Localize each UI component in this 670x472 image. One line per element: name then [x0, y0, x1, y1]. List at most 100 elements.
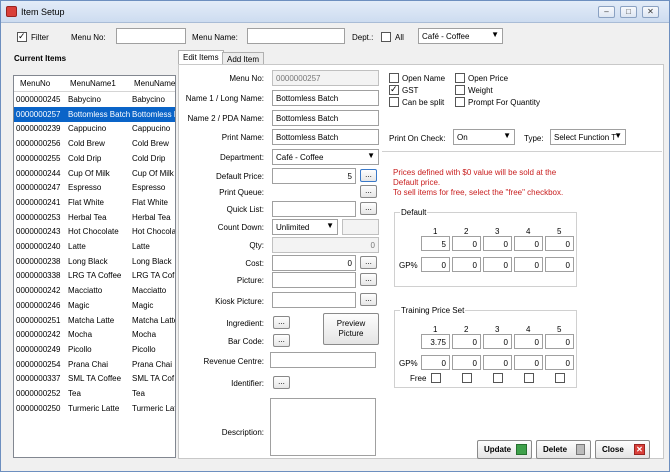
default-price-ellipsis-button[interactable]: ... [360, 169, 377, 182]
menu-no-cell: 0000000240 [16, 242, 61, 251]
list-item[interactable]: 0000000238 Long Black Long Black [14, 254, 175, 269]
free-checkbox[interactable] [493, 373, 503, 383]
can-be-split-checkbox[interactable] [389, 97, 399, 107]
list-item[interactable]: 0000000241 Flat White Flat White [14, 195, 175, 210]
quick-list-input[interactable] [272, 201, 356, 217]
list-item[interactable]: 0000000249 Picollo Picollo [14, 342, 175, 357]
col-header-menuname1[interactable]: MenuName1 [70, 79, 116, 88]
free-checkbox[interactable] [462, 373, 472, 383]
gp-percent-input[interactable]: 0 [452, 355, 481, 370]
menu-name-cell: Flat White [132, 197, 169, 207]
count-down-dropdown[interactable]: Unlimited ▼ [272, 219, 338, 235]
close-window-button[interactable]: ✕ [642, 6, 659, 18]
gst-checkbox[interactable] [389, 84, 399, 95]
delete-button[interactable]: Delete [536, 440, 591, 459]
gp-percent-input[interactable]: 0 [483, 257, 512, 272]
list-item[interactable]: 0000000337 SML TA Coffee SML TA Cof [14, 371, 175, 386]
open-name-checkbox[interactable] [389, 73, 399, 83]
gp-percent-input[interactable]: 0 [545, 355, 574, 370]
gp-percent-input[interactable]: 0 [421, 355, 450, 370]
list-item[interactable]: 0000000245 Babycino Babycino [14, 92, 175, 107]
price-level-input[interactable]: 0 [483, 236, 512, 251]
maximize-button[interactable]: □ [620, 6, 637, 18]
gp-percent-input[interactable]: 0 [483, 355, 512, 370]
list-item[interactable]: 0000000247 Espresso Espresso [14, 180, 175, 195]
print-queue-ellipsis-button[interactable]: ... [360, 185, 377, 198]
list-item[interactable]: 0000000244 Cup Of Milk Cup Of Milk [14, 166, 175, 181]
cost-input[interactable]: 0 [272, 255, 356, 271]
update-button[interactable]: Update [477, 440, 532, 459]
gp-percent-input[interactable]: 0 [545, 257, 574, 272]
list-item[interactable]: 0000000243 Hot Chocolate Hot Chocola [14, 224, 175, 239]
price-level-input[interactable]: 0 [452, 334, 481, 349]
price-level-input[interactable]: 0 [545, 236, 574, 251]
list-item[interactable]: 0000000250 Turmeric Latte Turmeric Lat [14, 401, 175, 416]
kiosk-picture-input[interactable] [272, 292, 356, 308]
name2-input[interactable]: Bottomless Batch [272, 110, 379, 126]
revenue-centre-input[interactable] [270, 352, 376, 368]
menu-name-filter-input[interactable] [247, 28, 345, 44]
menu-name1-cell: Picollo [68, 344, 92, 354]
list-item[interactable]: 0000000256 Cold Brew Cold Brew [14, 136, 175, 151]
print-on-check-dropdown[interactable]: On ▼ [453, 129, 515, 145]
free-checkbox[interactable] [524, 373, 534, 383]
prompt-quantity-checkbox[interactable] [455, 97, 465, 107]
dept-filter-dropdown[interactable]: Café - Coffee ▼ [418, 28, 503, 44]
gp-percent-input[interactable]: 0 [514, 355, 543, 370]
picture-input[interactable] [272, 272, 356, 288]
department-dropdown[interactable]: Café - Coffee ▼ [272, 149, 379, 165]
name1-input[interactable]: Bottomless Batch [272, 90, 379, 106]
menu-no-filter-input[interactable] [116, 28, 186, 44]
list-item[interactable]: 0000000254 Prana Chai Prana Chai [14, 357, 175, 372]
preview-picture-button[interactable]: Preview Picture [323, 313, 379, 345]
list-item[interactable]: 0000000252 Tea Tea [14, 386, 175, 401]
price-level-input[interactable]: 0 [452, 236, 481, 251]
free-checkbox[interactable] [555, 373, 565, 383]
description-textarea[interactable] [270, 398, 376, 456]
gp-label: GP% [399, 359, 418, 368]
cost-ellipsis-button[interactable]: ... [360, 256, 377, 269]
print-name-label: Print Name: [221, 133, 264, 142]
minimize-button[interactable]: – [598, 6, 615, 18]
gp-percent-input[interactable]: 0 [421, 257, 450, 272]
print-name-input[interactable]: Bottomless Batch [272, 129, 379, 145]
price-level-input[interactable]: 0 [514, 334, 543, 349]
close-button[interactable]: Close ✕ [595, 440, 650, 459]
list-item[interactable]: 0000000239 Cappucino Cappucino [14, 121, 175, 136]
list-item[interactable]: 0000000253 Herbal Tea Herbal Tea [14, 210, 175, 225]
trash-icon [576, 444, 585, 455]
list-item[interactable]: 0000000240 Latte Latte [14, 239, 175, 254]
all-checkbox[interactable] [381, 32, 391, 42]
open-price-checkbox[interactable] [455, 73, 465, 83]
type-dropdown[interactable]: Select Function T ▼ [550, 129, 626, 145]
price-level-input[interactable]: 0 [545, 334, 574, 349]
ingredient-ellipsis-button[interactable]: ... [273, 316, 290, 329]
col-header-menuname[interactable]: MenuName [134, 79, 175, 88]
list-item[interactable]: 0000000257 Bottomless Batch Bottomless B [14, 106, 175, 122]
list-item[interactable]: 0000000246 Magic Magic [14, 298, 175, 313]
free-checkbox[interactable] [431, 373, 441, 383]
price-level-input[interactable]: 3.75 [421, 334, 450, 349]
price-level-input[interactable]: 0 [514, 236, 543, 251]
gp-percent-input[interactable]: 0 [452, 257, 481, 272]
col-header-menuno[interactable]: MenuNo [20, 79, 50, 88]
tab-edit-items[interactable]: Edit Items [178, 50, 224, 65]
price-level-input[interactable]: 0 [483, 334, 512, 349]
list-item[interactable]: 0000000255 Cold Drip Cold Drip [14, 151, 175, 166]
identifier-ellipsis-button[interactable]: ... [273, 376, 290, 389]
quick-list-ellipsis-button[interactable]: ... [360, 202, 377, 215]
price-level-input[interactable]: 5 [421, 236, 450, 251]
picture-ellipsis-button[interactable]: ... [360, 273, 377, 286]
list-item[interactable]: 0000000338 LRG TA Coffee LRG TA Cof [14, 268, 175, 283]
list-item[interactable]: 0000000251 Matcha Latte Matcha Latte [14, 313, 175, 328]
kiosk-picture-ellipsis-button[interactable]: ... [360, 293, 377, 306]
list-item[interactable]: 0000000242 Mocha Mocha [14, 327, 175, 342]
current-items-list[interactable]: MenuNo MenuName1 MenuName 0000000245 Baby… [13, 75, 176, 458]
list-item[interactable]: 0000000242 Macciatto Macciatto [14, 283, 175, 298]
print-on-check-label: Print On Check: [389, 134, 446, 143]
weight-checkbox[interactable] [455, 85, 465, 95]
default-price-input[interactable]: 5 [272, 168, 356, 184]
gp-percent-input[interactable]: 0 [514, 257, 543, 272]
filter-checkbox[interactable] [17, 31, 27, 42]
bar-code-ellipsis-button[interactable]: ... [273, 334, 290, 347]
